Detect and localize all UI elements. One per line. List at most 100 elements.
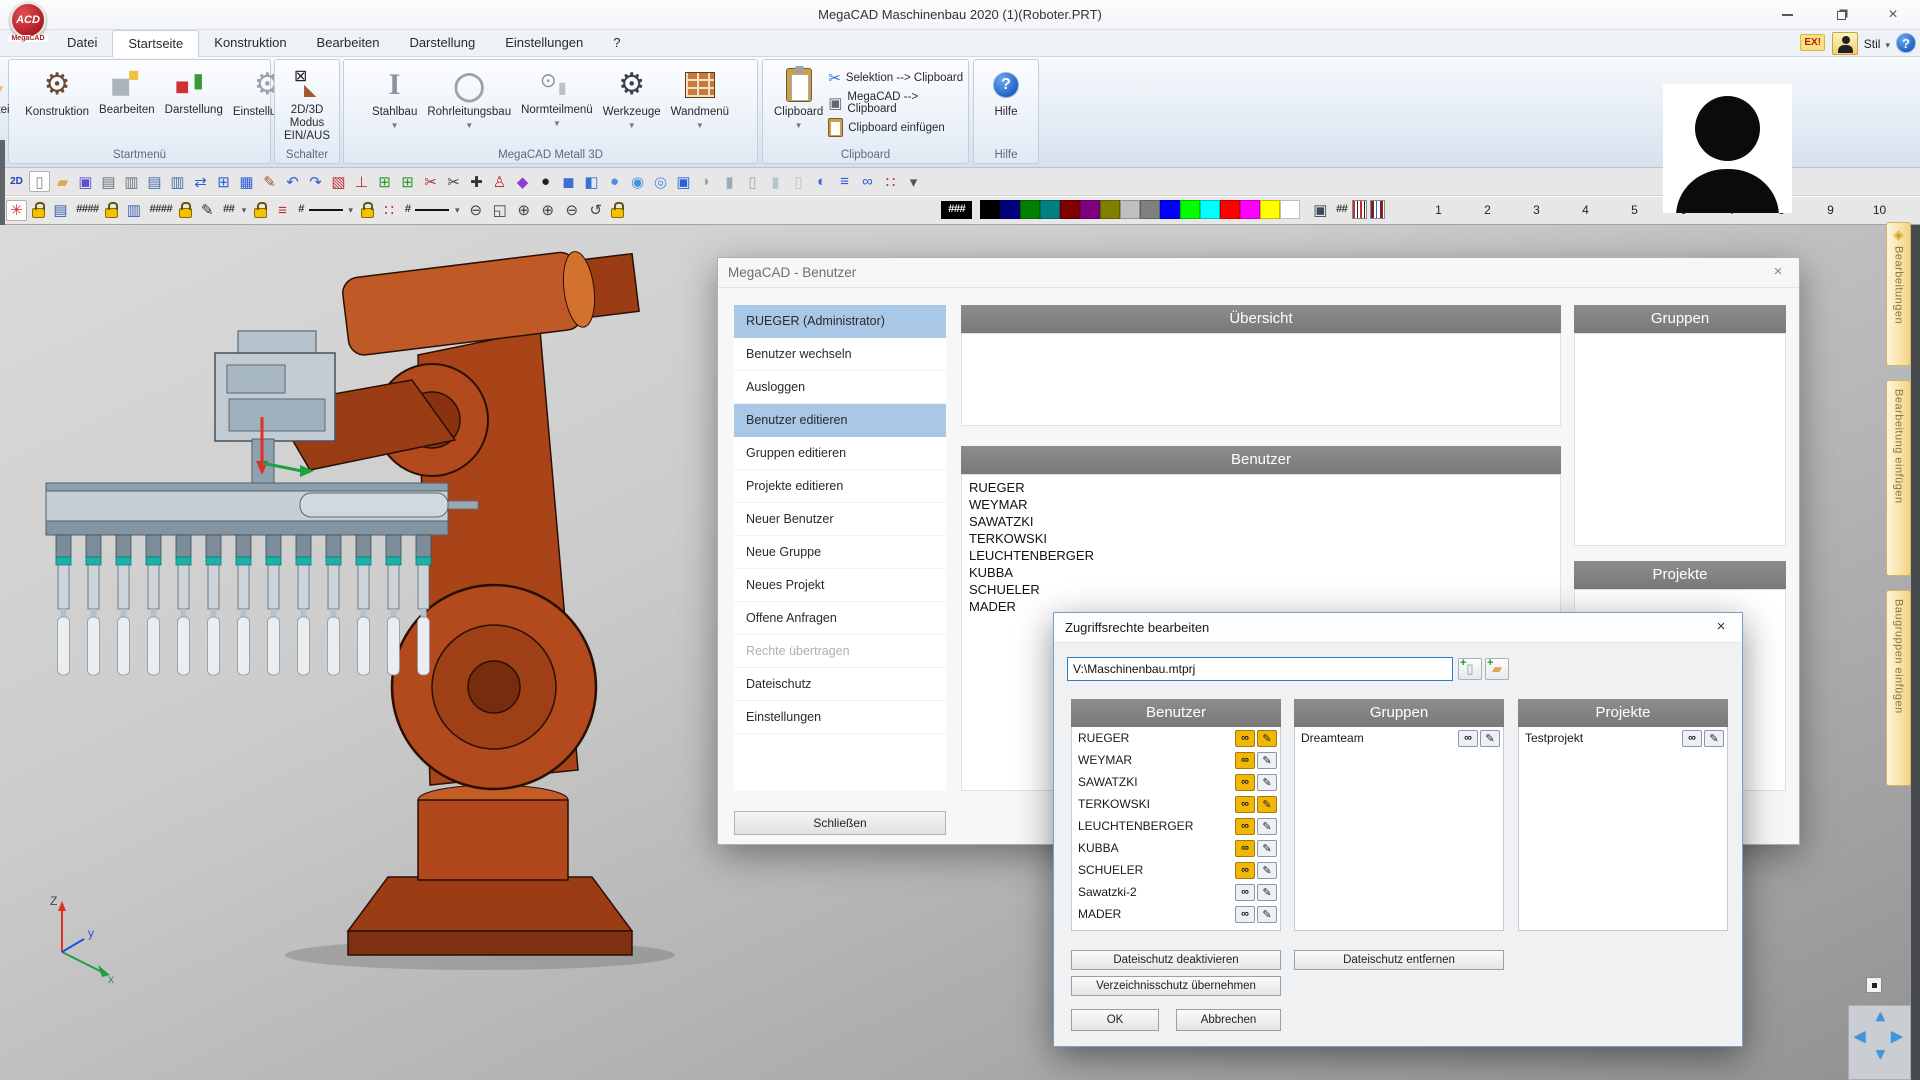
sidebar-item-offene-anfragen[interactable]: Offene Anfragen <box>734 602 946 635</box>
view-number-5[interactable]: 5 <box>1610 199 1659 217</box>
color-swatch-0000ff[interactable] <box>1160 200 1180 219</box>
ok-button[interactable]: OK <box>1071 1009 1159 1031</box>
sidebar-item-neue-gruppe[interactable]: Neue Gruppe <box>734 536 946 569</box>
pen-style-button[interactable]: ✎ <box>197 200 218 221</box>
lock-linetype-button[interactable] <box>359 199 376 221</box>
ribbon-item-datei[interactable]: ▰ ▣ Datei <box>0 62 20 117</box>
mannequin-button[interactable]: ♙ <box>489 171 510 192</box>
color-swatch-008080[interactable] <box>1040 200 1060 219</box>
view-number-10[interactable]: 10 <box>1855 199 1904 217</box>
view-number-4[interactable]: 4 <box>1561 199 1610 217</box>
undo-button[interactable]: ↶ <box>282 171 303 192</box>
new-file-button[interactable]: ▯ <box>29 171 50 192</box>
lock-linewidth-button[interactable] <box>252 199 269 221</box>
ribbon-item-clipboard[interactable]: Clipboard ▼ <box>769 62 828 130</box>
menu-tab-?[interactable]: ? <box>598 30 635 57</box>
line-type-button[interactable]: ∷ <box>379 200 400 221</box>
capsule-1-button[interactable]: ▮ <box>765 171 786 192</box>
user-list-item[interactable]: TERKOWSKI <box>962 530 1560 547</box>
line-type-value-display[interactable]: # <box>403 204 450 216</box>
sidebar-item-neues-projekt[interactable]: Neues Projekt <box>734 569 946 602</box>
restore-button[interactable] <box>1824 4 1858 26</box>
abbrechen-button[interactable]: Abbrechen <box>1176 1009 1281 1031</box>
user-name[interactable]: SCHUELER <box>1078 863 1233 877</box>
line-width-value-display[interactable]: # <box>296 204 343 216</box>
side-tab-bearbeitungen[interactable]: ◈Bearbeitungen <box>1886 222 1911 366</box>
grid-size-button[interactable]: ∷ <box>880 171 901 192</box>
ribbon-item-konstruktion[interactable]: ⚙ Konstruktion <box>20 62 94 119</box>
lock-pen-button[interactable] <box>177 199 194 221</box>
read-permission-toggle[interactable]: ∞ <box>1235 818 1255 835</box>
sidebar-item-benutzer-editieren[interactable]: Benutzer editieren <box>734 404 946 437</box>
print-button[interactable]: ▤ <box>98 171 119 192</box>
ribbon-item-selektion-clipboard[interactable]: ✂ Selektion --> Clipboard <box>828 65 968 90</box>
group-manager-button[interactable]: ▥ <box>123 200 144 221</box>
pan-down-icon[interactable]: ▼ <box>1873 1046 1888 1063</box>
schliessen-button[interactable]: Schließen <box>734 811 946 835</box>
line-type-dropdown-button[interactable]: ▾ <box>452 205 462 216</box>
read-permission-toggle[interactable]: ∞ <box>1235 730 1255 747</box>
write-permission-toggle[interactable]: ✎ <box>1257 884 1277 901</box>
read-permission-toggle[interactable]: ∞ <box>1235 862 1255 879</box>
view-number-3[interactable]: 3 <box>1512 199 1561 217</box>
view-corner-button[interactable] <box>1866 977 1882 993</box>
mode-2d3d-button[interactable]: 2D <box>6 171 27 192</box>
user-list-item[interactable]: KUBBA <box>962 564 1560 581</box>
page-layout-button[interactable]: ▤ <box>144 171 165 192</box>
color-swatch-c0c0c0[interactable] <box>1120 200 1140 219</box>
user-list-item[interactable]: SCHUELER <box>962 581 1560 598</box>
menu-tab-datei[interactable]: Datei <box>52 30 112 57</box>
sidebar-item-dateischutz[interactable]: Dateischutz <box>734 668 946 701</box>
lock-group-button[interactable] <box>103 199 120 221</box>
ribbon-item-bearbeiten[interactable]: ◼ ◼ Bearbeiten <box>94 62 160 117</box>
group-name[interactable]: Dreamteam <box>1301 731 1456 745</box>
dateischutz-deaktivieren-button[interactable]: Dateischutz deaktivieren <box>1071 950 1281 970</box>
side-tab-bearbeitung-einf-gen[interactable]: Bearbeitung einfügen <box>1886 380 1911 576</box>
view-number-9[interactable]: 9 <box>1806 199 1855 217</box>
read-permission-toggle[interactable]: ∞ <box>1682 730 1702 747</box>
active-color-box[interactable]: ### <box>941 201 972 219</box>
project-name[interactable]: Testprojekt <box>1525 731 1680 745</box>
color-swatch-000080[interactable] <box>1000 200 1020 219</box>
sphere-blue-button[interactable]: ● <box>604 171 625 192</box>
menu-tab-darstellung[interactable]: Darstellung <box>394 30 490 57</box>
measure-button[interactable]: ⊥ <box>351 171 372 192</box>
print-preview-button[interactable]: ▥ <box>121 171 142 192</box>
polyhedron-button[interactable]: ◆ <box>512 171 533 192</box>
user-list-item[interactable]: RUEGER <box>962 479 1560 496</box>
pan-up-icon[interactable]: ▲ <box>1873 1008 1888 1025</box>
save-file-button[interactable]: ▣ <box>75 171 96 192</box>
add-folder-button[interactable]: ▰+ <box>1485 658 1509 680</box>
user-avatar[interactable] <box>1663 84 1792 213</box>
pen-dropdown-button[interactable]: ▾ <box>239 205 249 216</box>
user-list-item[interactable]: SAWATZKI <box>962 513 1560 530</box>
lock-color-button[interactable] <box>609 199 626 221</box>
redraw-button[interactable]: ✳ <box>6 200 27 221</box>
sketch-edit-button[interactable]: ✎ <box>259 171 280 192</box>
lock-layer-button[interactable] <box>30 199 47 221</box>
cylinder-1-button[interactable]: ▮ <box>719 171 740 192</box>
user-name[interactable]: TERKOWSKI <box>1078 797 1233 811</box>
shell-button[interactable]: ◗ <box>696 171 717 192</box>
toolbar-more-button[interactable]: ▾ <box>903 171 924 192</box>
menu-tab-bearbeiten[interactable]: Bearbeiten <box>302 30 395 57</box>
zoom-out-button[interactable]: ⊖ <box>465 200 486 221</box>
read-permission-toggle[interactable]: ∞ <box>1235 840 1255 857</box>
ribbon-item-megacad-clipboard[interactable]: ▣ MegaCAD --> Clipboard <box>828 90 968 115</box>
sidebar-item-benutzer-wechseln[interactable]: Benutzer wechseln <box>734 338 946 371</box>
read-permission-toggle[interactable]: ∞ <box>1235 796 1255 813</box>
pen-map-1-button[interactable] <box>1352 200 1367 219</box>
pan-right-icon[interactable]: ▶ <box>1891 1027 1903 1045</box>
ribbon-item-rohrleitungsbau[interactable]: ◯ Rohrleitungsbau ▼ <box>422 62 516 130</box>
torus-button[interactable]: ◉ <box>627 171 648 192</box>
sidebar-item-rueger-administrator[interactable]: RUEGER (Administrator) <box>734 305 946 338</box>
menu-tab-startseite[interactable]: Startseite <box>112 30 199 57</box>
read-permission-toggle[interactable]: ∞ <box>1458 730 1478 747</box>
cube-light-button[interactable]: ◧ <box>581 171 602 192</box>
color-swatch-ffff00[interactable] <box>1260 200 1280 219</box>
user-icon[interactable] <box>1832 32 1858 55</box>
plot-button[interactable]: ▧ <box>328 171 349 192</box>
menu-tab-konstruktion[interactable]: Konstruktion <box>199 30 301 57</box>
zoom-in-button[interactable]: ⊕ <box>537 200 558 221</box>
color-value-display[interactable]: ## <box>1334 204 1349 216</box>
